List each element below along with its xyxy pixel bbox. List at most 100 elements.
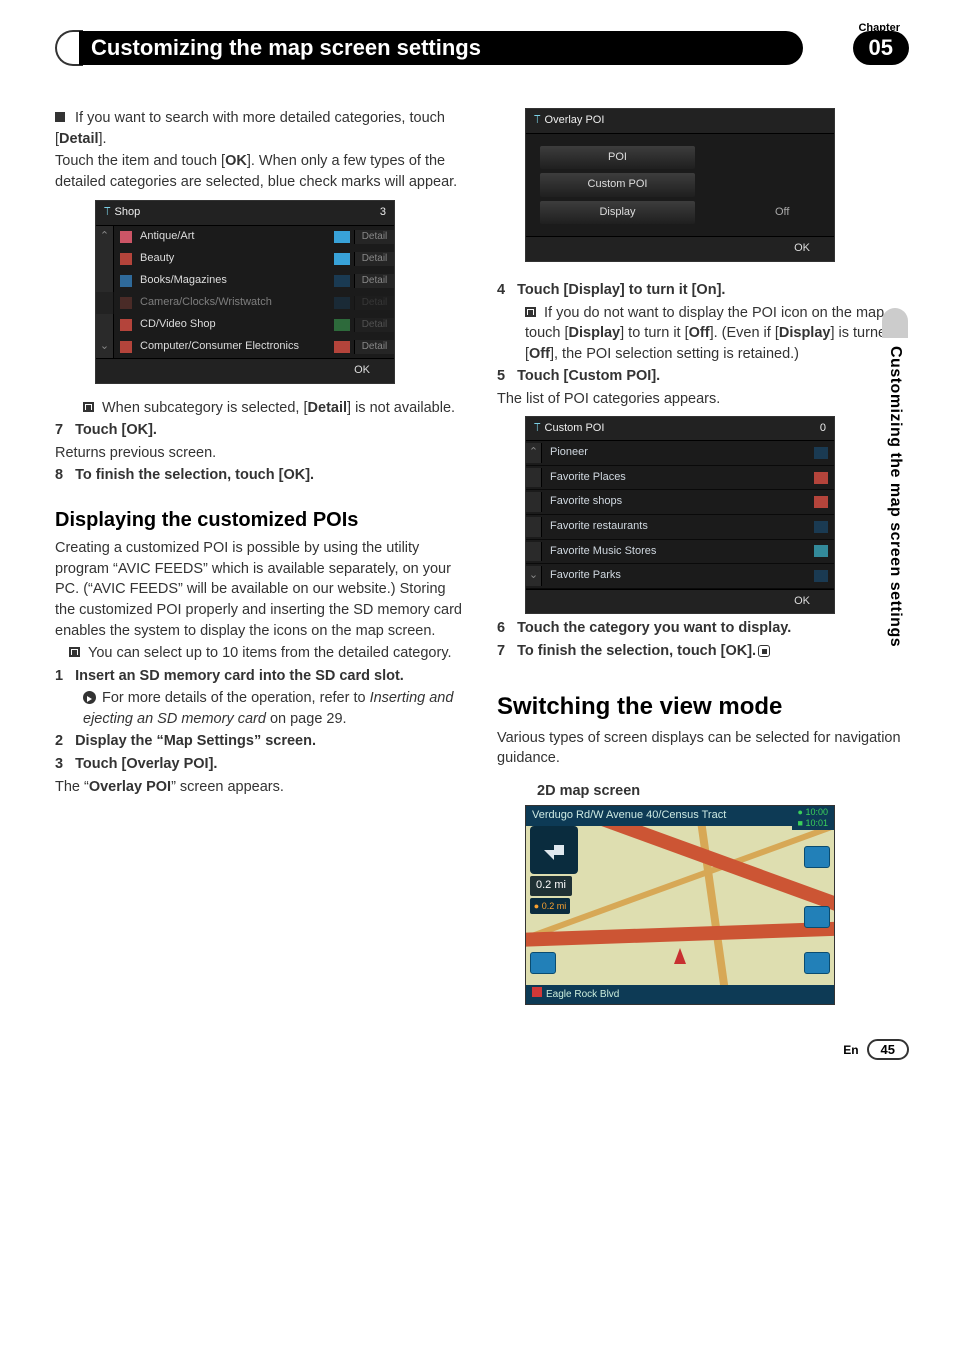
category-label: Beauty bbox=[138, 251, 330, 267]
header-title: Customizing the map screen settings bbox=[79, 31, 803, 65]
screenshot-custom-poi: ⟙Custom POI 0 ⌃PioneerFavorite PlacesFav… bbox=[525, 416, 835, 615]
category-icon bbox=[120, 341, 132, 353]
chapter-label: Chapter bbox=[858, 22, 900, 34]
shop-list-row[interactable]: CD/Video ShopDetail bbox=[96, 314, 394, 336]
step-number: 8 bbox=[55, 467, 63, 483]
step-desc: Returns previous screen. bbox=[55, 443, 467, 464]
text: If you want to search with more detailed… bbox=[55, 110, 445, 147]
step-label: Display the “Map Settings” screen. bbox=[75, 733, 316, 749]
shop-title: Shop bbox=[115, 206, 141, 218]
poi-button[interactable]: POI bbox=[540, 146, 695, 170]
text-bold: Detail bbox=[59, 131, 99, 147]
text: ], the POI selection setting is retained… bbox=[550, 346, 799, 362]
side-tab-label: Customizing the map screen settings bbox=[882, 338, 908, 655]
back-icon[interactable]: ⟙ bbox=[104, 206, 111, 218]
map-button-left[interactable] bbox=[530, 952, 556, 974]
screenshot-shop: ⟙Shop 3 ⌃Antique/ArtDetailBeautyDetailBo… bbox=[95, 200, 395, 383]
screenshot-overlay-poi: ⟙Overlay POI POI Custom POI Display Off … bbox=[525, 108, 835, 262]
step-number: 3 bbox=[55, 756, 63, 772]
back-icon[interactable]: ⟙ bbox=[534, 422, 541, 434]
ok-button[interactable]: OK bbox=[96, 358, 394, 383]
checkbox-icon[interactable] bbox=[334, 297, 350, 309]
chapter-badge: 05 bbox=[853, 31, 909, 65]
shop-list-row[interactable]: ⌃Antique/ArtDetail bbox=[96, 226, 394, 248]
checkbox-icon[interactable] bbox=[334, 275, 350, 287]
map-street-label: Verdugo Rd/W Avenue 40/Census Tract bbox=[526, 806, 834, 826]
category-icon bbox=[120, 297, 132, 309]
checkbox-icon[interactable] bbox=[334, 253, 350, 265]
shop-list-row[interactable]: Camera/Clocks/Wristwatch Detail bbox=[96, 292, 394, 314]
scroll-track bbox=[526, 542, 542, 562]
display-button[interactable]: Display bbox=[540, 201, 695, 225]
map-button-right-2[interactable] bbox=[804, 906, 830, 928]
custom-poi-row[interactable]: ⌃Pioneer bbox=[526, 441, 834, 466]
turn-arrow-icon bbox=[530, 826, 578, 874]
custom-poi-count: 0 bbox=[820, 421, 826, 437]
scroll-down-icon[interactable]: ⌄ bbox=[96, 336, 114, 358]
scroll-up-icon[interactable]: ⌃ bbox=[96, 226, 114, 248]
section-heading: Switching the view mode bbox=[497, 690, 909, 724]
map-sub-distance: ● 0.2 mi bbox=[530, 898, 570, 914]
page-header: Customizing the map screen settings 05 bbox=[55, 30, 909, 66]
custom-poi-label: Favorite Music Stores bbox=[542, 542, 814, 562]
checkbox-icon[interactable] bbox=[334, 231, 350, 243]
step-number: 5 bbox=[497, 368, 505, 384]
map-button-right-1[interactable] bbox=[804, 846, 830, 868]
scroll-track bbox=[526, 492, 542, 512]
text: ] to turn it [ bbox=[620, 325, 689, 341]
step-number: 7 bbox=[55, 422, 63, 438]
text-bold: Off bbox=[529, 346, 550, 362]
note-icon bbox=[83, 402, 94, 412]
custom-poi-label: Favorite restaurants bbox=[542, 517, 814, 537]
step-label: Insert an SD memory card into the SD car… bbox=[75, 668, 404, 684]
detail-button[interactable]: Detail bbox=[354, 274, 394, 288]
checkbox-icon[interactable] bbox=[334, 341, 350, 353]
checkbox-icon[interactable] bbox=[814, 570, 828, 582]
end-icon bbox=[758, 645, 770, 657]
text-bold: Off bbox=[689, 325, 710, 341]
step-number: 1 bbox=[55, 668, 63, 684]
ok-button[interactable]: OK bbox=[526, 589, 834, 614]
scroll-up-icon[interactable]: ⌃ bbox=[526, 443, 542, 463]
text-bold: Display bbox=[569, 325, 621, 341]
ok-button[interactable]: OK bbox=[526, 236, 834, 261]
custom-poi-button[interactable]: Custom POI bbox=[540, 173, 695, 197]
detail-button[interactable]: Detail bbox=[354, 340, 394, 354]
checkbox-icon[interactable] bbox=[814, 447, 828, 459]
text: ]. (Even if [ bbox=[710, 325, 779, 341]
scroll-down-icon[interactable]: ⌄ bbox=[526, 566, 542, 586]
custom-poi-row[interactable]: Favorite Places bbox=[526, 466, 834, 491]
shop-list-row[interactable]: ⌄Computer/Consumer ElectronicsDetail bbox=[96, 336, 394, 358]
text: ] is not available. bbox=[347, 400, 455, 416]
step-number: 7 bbox=[497, 643, 505, 659]
checkbox-icon[interactable] bbox=[814, 521, 828, 533]
category-label: Books/Magazines bbox=[138, 273, 330, 289]
map-button-right-3[interactable] bbox=[804, 952, 830, 974]
back-icon[interactable]: ⟙ bbox=[534, 114, 541, 126]
shop-list-row[interactable]: Books/Magazines Detail bbox=[96, 270, 394, 292]
custom-poi-row[interactable]: ⌄Favorite Parks bbox=[526, 564, 834, 589]
step-label: Touch [Display] to turn it [On]. bbox=[517, 282, 725, 298]
text-bold: Detail bbox=[308, 400, 348, 416]
detail-button[interactable]: Detail bbox=[354, 252, 394, 266]
screenshot-2d-map: Verdugo Rd/W Avenue 40/Census Tract ● 10… bbox=[525, 805, 835, 1005]
step-label: Touch [Custom POI]. bbox=[517, 368, 660, 384]
checkbox-icon[interactable] bbox=[814, 496, 828, 508]
custom-poi-row[interactable]: Favorite Music Stores bbox=[526, 540, 834, 565]
custom-poi-row[interactable]: Favorite shops bbox=[526, 490, 834, 515]
step-label: Touch [OK]. bbox=[75, 422, 157, 438]
map-time-badge: ● 10:00 ■ 10:01 bbox=[792, 806, 834, 830]
step-label: Touch the category you want to display. bbox=[517, 620, 791, 636]
checkbox-icon[interactable] bbox=[814, 472, 828, 484]
detail-button[interactable]: Detail bbox=[354, 230, 394, 244]
scroll-track bbox=[96, 248, 114, 270]
checkbox-icon[interactable] bbox=[814, 545, 828, 557]
text: Touch the item and touch [ bbox=[55, 153, 225, 169]
detail-button: Detail bbox=[354, 296, 394, 310]
checkbox-icon[interactable] bbox=[334, 319, 350, 331]
custom-poi-row[interactable]: Favorite restaurants bbox=[526, 515, 834, 540]
shop-list-row[interactable]: Beauty Detail bbox=[96, 248, 394, 270]
step-desc: The list of POI categories appears. bbox=[497, 389, 909, 410]
display-value: Off bbox=[725, 205, 789, 221]
category-label: Camera/Clocks/Wristwatch bbox=[138, 295, 330, 311]
